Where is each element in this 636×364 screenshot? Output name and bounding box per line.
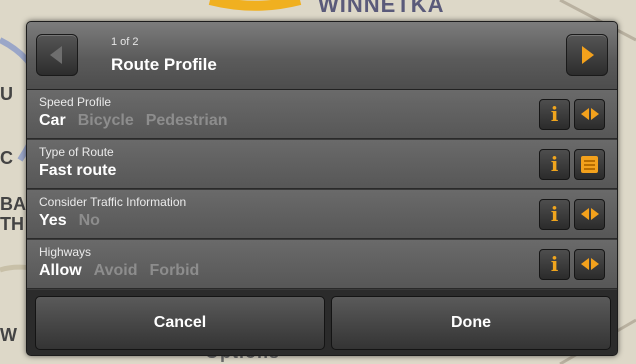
toggle-option-button[interactable] bbox=[574, 199, 605, 230]
option-avoid[interactable]: Avoid bbox=[94, 262, 138, 279]
setting-row-consider-traffic-information[interactable]: Consider Traffic Information Yes No i bbox=[27, 190, 617, 239]
info-button[interactable]: i bbox=[539, 199, 570, 230]
map-edge-letter: BA bbox=[0, 194, 26, 214]
setting-label: Speed Profile bbox=[39, 95, 112, 109]
chevron-right-icon bbox=[582, 46, 594, 64]
toggle-option-button[interactable] bbox=[574, 99, 605, 130]
map-edge-letter: TH bbox=[0, 214, 24, 234]
chevron-left-icon bbox=[50, 46, 62, 64]
toggle-option-button[interactable] bbox=[574, 249, 605, 280]
option-fast-route[interactable]: Fast route bbox=[39, 162, 116, 179]
open-list-button[interactable] bbox=[574, 149, 605, 180]
map-street-label: WINNETKA bbox=[318, 0, 445, 17]
setting-row-type-of-route[interactable]: Type of Route Fast route i bbox=[27, 140, 617, 189]
cancel-button[interactable]: Cancel bbox=[35, 296, 325, 350]
left-right-arrows-icon bbox=[581, 108, 599, 120]
left-right-arrows-icon bbox=[581, 208, 599, 220]
list-icon bbox=[581, 156, 598, 173]
map-edge-letter: W bbox=[0, 325, 17, 345]
option-car[interactable]: Car bbox=[39, 112, 66, 129]
setting-options: Fast route bbox=[39, 162, 128, 180]
option-bicycle[interactable]: Bicycle bbox=[78, 112, 134, 129]
option-allow[interactable]: Allow bbox=[39, 262, 82, 279]
setting-label: Highways bbox=[39, 245, 92, 259]
done-button[interactable]: Done bbox=[331, 296, 611, 350]
setting-row-speed-profile[interactable]: Speed Profile Car Bicycle Pedestrian i bbox=[27, 90, 617, 139]
setting-label: Type of Route bbox=[39, 145, 114, 159]
setting-row-highways[interactable]: Highways Allow Avoid Forbid i bbox=[27, 240, 617, 289]
info-icon: i bbox=[550, 202, 559, 226]
route-profile-dialog: 1 of 2 Route Profile Speed Profile Car Bic… bbox=[26, 21, 618, 356]
page-title: Route Profile bbox=[111, 55, 217, 74]
option-no[interactable]: No bbox=[79, 212, 100, 229]
left-right-arrows-icon bbox=[581, 258, 599, 270]
page-indicator: 1 of 2 bbox=[111, 36, 139, 48]
info-icon: i bbox=[550, 152, 559, 176]
map-edge-letter: U bbox=[0, 84, 13, 104]
map-edge-letter: C bbox=[0, 148, 13, 168]
setting-label: Consider Traffic Information bbox=[39, 195, 187, 209]
info-button[interactable]: i bbox=[539, 99, 570, 130]
setting-options: Yes No bbox=[39, 212, 112, 230]
option-yes[interactable]: Yes bbox=[39, 212, 67, 229]
option-pedestrian[interactable]: Pedestrian bbox=[146, 112, 228, 129]
dialog-header: 1 of 2 Route Profile bbox=[27, 22, 617, 90]
info-icon: i bbox=[550, 102, 559, 126]
setting-options: Car Bicycle Pedestrian bbox=[39, 112, 240, 130]
setting-options: Allow Avoid Forbid bbox=[39, 262, 211, 280]
info-button[interactable]: i bbox=[539, 249, 570, 280]
info-icon: i bbox=[550, 252, 559, 276]
info-button[interactable]: i bbox=[539, 149, 570, 180]
next-page-button[interactable] bbox=[566, 34, 608, 76]
previous-page-button[interactable] bbox=[36, 34, 78, 76]
dialog-footer: Cancel Done bbox=[27, 290, 617, 355]
option-forbid[interactable]: Forbid bbox=[150, 262, 200, 279]
